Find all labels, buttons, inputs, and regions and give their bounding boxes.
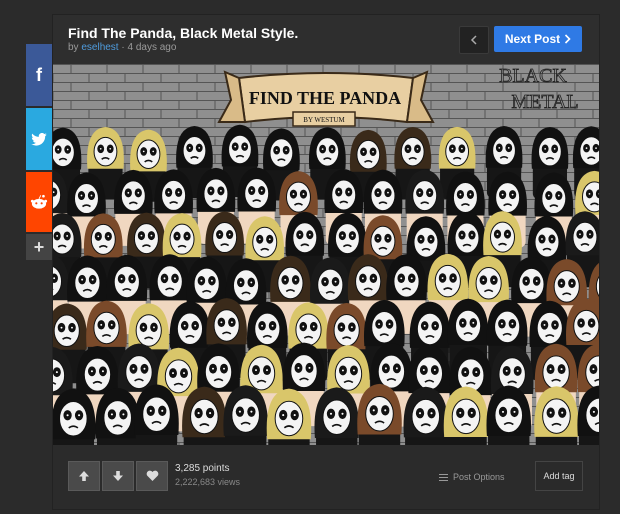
illustration: FIND THE PANDA BY WESTUM BLACK METAL [53, 64, 599, 445]
arrow-up-icon [79, 471, 89, 481]
menu-icon [439, 473, 448, 481]
post-title: Find The Panda, Black Metal Style. [68, 25, 299, 41]
post-time: · 4 days ago [121, 42, 177, 53]
previous-post-button[interactable] [459, 26, 489, 54]
banner-subtext: BY WESTUM [303, 116, 345, 124]
post-footer: 3,285 points 2,222,683 views Post Option… [53, 445, 599, 509]
reddit-icon [30, 194, 48, 209]
share-bar: f + [26, 44, 52, 260]
arrow-down-icon [113, 471, 123, 481]
post-meta: by eselhest · 4 days ago [68, 42, 176, 53]
twitter-share-button[interactable] [26, 108, 52, 170]
more-share-button[interactable]: + [26, 234, 52, 260]
reddit-share-button[interactable] [26, 172, 52, 232]
twitter-icon [31, 132, 47, 146]
upvote-button[interactable] [68, 461, 100, 491]
views-count: 2,222,683 views [175, 477, 241, 487]
post-options-label: Post Options [453, 472, 505, 482]
crowd-figure [357, 383, 402, 445]
plus-icon: + [33, 236, 45, 257]
chevron-right-icon [565, 34, 571, 44]
points-count: 3,285 points [175, 463, 230, 474]
corner-text-metal: METAL [511, 91, 578, 113]
facebook-icon: f [36, 64, 42, 85]
next-post-label: Next Post [504, 32, 561, 46]
chevron-left-icon [470, 35, 477, 45]
heart-icon [146, 470, 158, 481]
corner-text-black: BLACK [499, 65, 567, 87]
favorite-button[interactable] [136, 461, 168, 491]
post-card: Find The Panda, Black Metal Style. by es… [52, 14, 600, 510]
next-post-button[interactable]: Next Post [494, 26, 582, 52]
add-tag-button[interactable]: Add tag [535, 461, 583, 491]
find-the-panda-banner: FIND THE PANDA BY WESTUM [217, 70, 435, 127]
downvote-button[interactable] [102, 461, 134, 491]
banner-text: FIND THE PANDA [249, 88, 401, 108]
post-options-button[interactable]: Post Options [439, 472, 505, 482]
facebook-share-button[interactable]: f [26, 44, 52, 106]
by-prefix: by [68, 42, 79, 53]
post-image[interactable]: FIND THE PANDA BY WESTUM BLACK METAL [53, 64, 599, 445]
author-link[interactable]: eselhest [81, 42, 118, 53]
